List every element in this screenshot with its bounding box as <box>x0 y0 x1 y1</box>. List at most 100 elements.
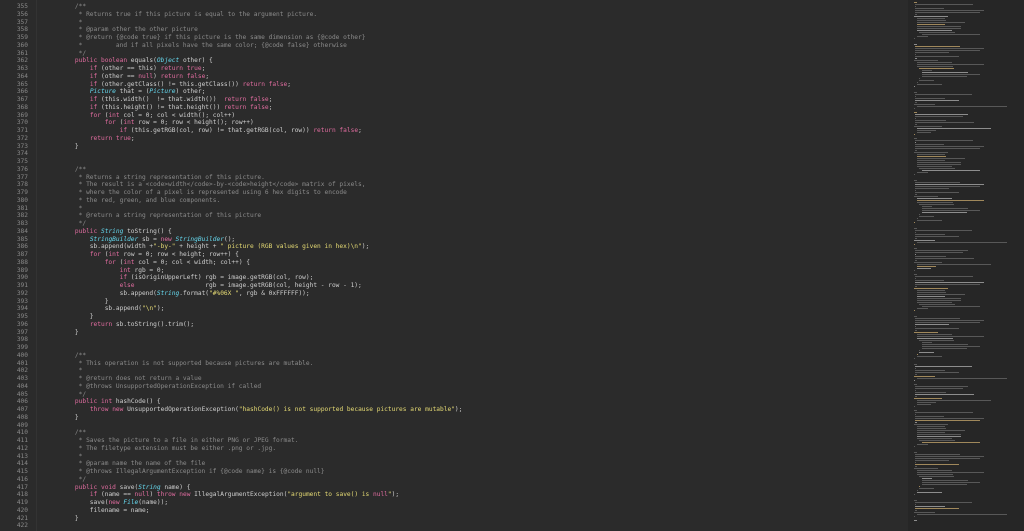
minimap-line <box>914 410 918 411</box>
minimap-line <box>914 86 916 87</box>
code-line[interactable]: if (other == null) return false; <box>60 73 209 81</box>
minimap-line <box>919 350 921 351</box>
code-line[interactable]: for (int col = 0; col < width; col++) { <box>60 259 250 267</box>
code-line[interactable]: public String toString() { <box>60 228 172 236</box>
minimap-line <box>915 328 960 329</box>
code-line[interactable]: for (int row = 0; row < height; row++) { <box>60 251 239 259</box>
code-line[interactable]: public void save(String name) { <box>60 484 191 492</box>
code-line[interactable]: * <box>60 453 83 461</box>
line-number: 380 <box>16 196 28 204</box>
code-line[interactable]: } <box>60 414 79 422</box>
minimap-line <box>914 16 948 17</box>
minimap-line <box>915 236 960 237</box>
minimap-line <box>915 192 960 193</box>
minimap-line <box>915 258 975 259</box>
code-line[interactable]: * Saves the picture to a file in either … <box>60 437 299 445</box>
minimap-line <box>914 92 918 93</box>
code-line[interactable]: /** <box>60 3 86 11</box>
minimap-line <box>915 510 917 511</box>
code-line[interactable]: */ <box>60 476 86 484</box>
minimap-line <box>921 348 968 349</box>
code-line[interactable]: throw new UnsupportedOperationException(… <box>60 406 463 414</box>
code-line[interactable]: sb.append(width +"-by-" + height + " pic… <box>60 243 369 251</box>
code-line[interactable]: * @throws UnsupportedOperationException … <box>60 383 262 391</box>
line-number: 416 <box>16 475 28 483</box>
code-line[interactable]: Picture that = (Picture) other; <box>60 88 206 96</box>
minimap-line <box>919 32 956 33</box>
code-line[interactable]: else rgb = image.getRGB(col, height - ro… <box>60 282 362 290</box>
code-line[interactable]: * Returns a string representation of thi… <box>60 174 265 182</box>
minimap-line <box>914 248 918 249</box>
code-line[interactable]: if (name == null) throw new IllegalArgum… <box>60 491 399 499</box>
code-line[interactable]: if (isOriginUpperLeft) rgb = image.getRG… <box>60 274 314 282</box>
code-line[interactable]: * and if all pixels have the same color;… <box>60 42 347 50</box>
code-line[interactable]: sb.append("\n"); <box>60 305 165 313</box>
code-line[interactable]: save(new File(name)); <box>60 499 168 507</box>
minimap-line <box>915 508 960 509</box>
code-line[interactable]: StringBuilder sb = new StringBuilder(); <box>60 236 235 244</box>
code-line[interactable]: * @param other the other picture <box>60 26 198 34</box>
code-line[interactable]: filename = name; <box>60 507 150 515</box>
code-line[interactable]: if (this.width() != that.width()) return… <box>60 96 273 104</box>
minimap-line <box>916 24 945 25</box>
code-line[interactable]: } <box>60 515 79 523</box>
code-line[interactable]: * @return {@code true} if this picture i… <box>60 34 366 42</box>
code-line[interactable]: * @return does not return a value <box>60 375 202 383</box>
code-line[interactable]: public boolean equals(Object other) { <box>60 57 213 65</box>
code-line[interactable]: if (this.getRGB(col, row) != that.getRGB… <box>60 127 362 135</box>
code-line[interactable]: } <box>60 313 94 321</box>
code-line[interactable]: sb.append(String.format("#%06X ", rgb & … <box>60 290 310 298</box>
minimap-line <box>914 152 948 153</box>
minimap-line <box>919 340 955 341</box>
code-line[interactable]: /** <box>60 166 86 174</box>
code-line[interactable]: * <box>60 19 83 27</box>
code-line[interactable]: * @return a string representation of thi… <box>60 212 262 220</box>
minimap-line <box>916 354 918 355</box>
code-line[interactable]: * This operation is not supported becaus… <box>60 360 314 368</box>
code-line[interactable]: * The result is a <code>width</code>-by-… <box>60 181 366 189</box>
line-number: 381 <box>16 204 28 212</box>
minimap-line <box>916 156 946 157</box>
code-line[interactable]: * <box>60 367 83 375</box>
code-line[interactable]: * the red, green, and blue components. <box>60 197 221 205</box>
minimap-line <box>915 232 916 233</box>
code-line[interactable]: public int hashCode() { <box>60 398 161 406</box>
code-line[interactable]: return sb.toString().trim(); <box>60 321 194 329</box>
code-line[interactable]: for (int col = 0; col < width(); col++) <box>60 112 235 120</box>
code-line[interactable]: * @param name the name of the file <box>60 460 206 468</box>
line-number: 419 <box>16 499 28 506</box>
code-line[interactable]: * @throws IllegalArgumentException if {@… <box>60 468 325 476</box>
minimap-line <box>916 106 1007 107</box>
minimap-line <box>916 426 945 427</box>
code-line[interactable]: } <box>60 329 79 337</box>
minimap-line <box>915 394 975 395</box>
minimap-line <box>914 494 916 495</box>
code-line[interactable]: */ <box>60 220 86 228</box>
code-line[interactable]: * The filetype extension must be either … <box>60 445 276 453</box>
minimap-line <box>915 282 985 283</box>
code-line[interactable]: } <box>60 298 109 306</box>
code-line[interactable]: } <box>60 143 79 151</box>
minimap-line <box>915 6 916 7</box>
code-editor[interactable]: 355 356 357 358 359 360 361 362 363 364 365 366 367 3… <box>0 0 908 531</box>
line-number: 414 <box>16 460 28 468</box>
code-line[interactable]: * <box>60 205 83 213</box>
code-line[interactable]: /** <box>60 352 86 360</box>
code-line[interactable]: if (other == this) return true; <box>60 65 206 73</box>
code-line[interactable]: return true; <box>60 135 135 143</box>
code-line[interactable]: for (int row = 0; row < height(); row++) <box>60 119 254 127</box>
code-line[interactable]: * where the color of a pixel is represen… <box>60 189 347 197</box>
line-number: 396 <box>16 320 28 328</box>
minimap-line <box>921 208 969 209</box>
minimap-line <box>914 406 916 407</box>
code-line[interactable]: */ <box>60 391 86 399</box>
code-line[interactable]: /** <box>60 429 86 437</box>
minimap-line <box>915 98 945 99</box>
code-line[interactable]: int rgb = 0; <box>60 267 165 275</box>
minimap-line <box>914 316 918 317</box>
minimap[interactable] <box>908 0 1024 531</box>
code-line[interactable]: * Returns true if this picture is equal … <box>60 11 317 19</box>
code-line[interactable]: if (this.height() != that.height()) retu… <box>60 104 273 112</box>
minimap-line <box>916 154 945 155</box>
minimap-line <box>919 352 934 353</box>
